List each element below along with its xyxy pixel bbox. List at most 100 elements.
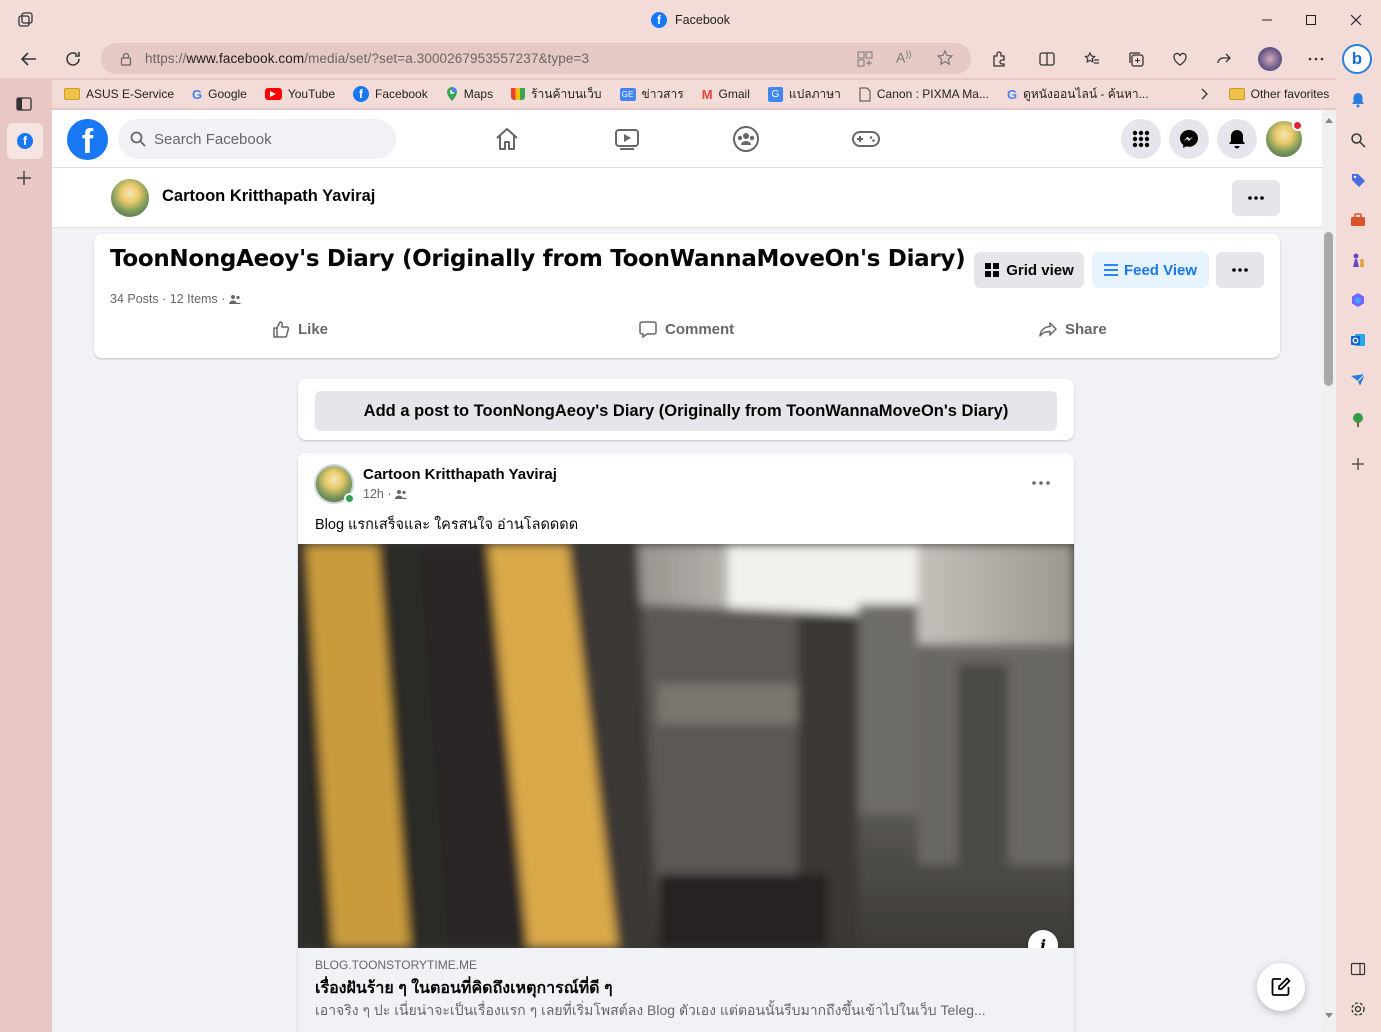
split-screen-icon[interactable] — [1030, 42, 1064, 76]
album-meta: 34 Posts · 12 Items · — [110, 292, 242, 306]
read-aloud-icon[interactable]: A)) — [896, 49, 911, 66]
album-header-card: ToonNongAeoy's Diary (Originally from To… — [94, 234, 1280, 358]
bookmark-asus[interactable]: ASUS E-Service — [64, 87, 174, 101]
favorites-bar: ASUS E-Service G Google YouTube f Facebook… — [52, 80, 1336, 108]
extensions-icon[interactable] — [982, 42, 1016, 76]
share-icon[interactable] — [1207, 42, 1241, 76]
more-menu-icon[interactable] — [1299, 42, 1333, 76]
profile-avatar[interactable] — [109, 177, 151, 219]
tab-facebook[interactable]: f — [7, 123, 43, 159]
bookmark-youtube[interactable]: YouTube — [264, 87, 335, 101]
shared-with-friends-icon — [229, 294, 242, 304]
share-arrow-icon — [1039, 320, 1057, 338]
notifications-bell-icon[interactable] — [1346, 88, 1370, 112]
refresh-icon[interactable] — [56, 42, 90, 76]
webstore-icon — [511, 88, 526, 100]
more-bookmarks-chevron-icon[interactable] — [1201, 88, 1209, 100]
browser-title-bar: f Facebook — [0, 0, 1381, 40]
bookmark-translate[interactable]: G แปลภาษา — [767, 85, 841, 104]
new-message-compose-button[interactable] — [1257, 963, 1305, 1011]
minimize-button[interactable] — [1245, 8, 1289, 32]
outlook-icon[interactable] — [1346, 328, 1370, 352]
post-link-image[interactable] — [298, 544, 1074, 948]
bookmark-maps[interactable]: Maps — [446, 86, 493, 102]
app-available-icon[interactable] — [856, 50, 874, 68]
grid-icon — [984, 262, 1000, 278]
microsoft-365-icon[interactable] — [1346, 288, 1370, 312]
sidebar-settings-gear-icon[interactable] — [1346, 997, 1370, 1021]
search-input[interactable]: Search Facebook — [118, 119, 396, 159]
share-button[interactable]: Share — [1039, 320, 1107, 338]
new-tab-plus-icon[interactable] — [16, 170, 32, 186]
post-text: Blog แรกเสร็จและ ใครสนใจ อ่านโลดดดด — [315, 517, 579, 533]
notifications-icon[interactable] — [1217, 119, 1257, 159]
post-more-options-icon[interactable] — [1023, 473, 1059, 493]
bing-copilot-icon[interactable]: b — [1342, 44, 1372, 74]
facebook-icon: f — [17, 133, 33, 149]
grid-view-button[interactable]: Grid view — [974, 252, 1084, 288]
scroll-down-arrow-icon[interactable] — [1324, 1012, 1334, 1020]
bookmark-facebook[interactable]: f Facebook — [353, 86, 428, 102]
gaming-controller-icon[interactable] — [846, 122, 886, 156]
maps-pin-icon — [446, 86, 458, 102]
bookmark-other-favorites[interactable]: Other favorites — [1228, 87, 1329, 101]
back-icon[interactable] — [12, 42, 46, 76]
scrollbar-thumb[interactable] — [1324, 232, 1333, 386]
address-bar[interactable]: https://www.facebook.com/media/set/?set=… — [101, 43, 971, 74]
link-preview[interactable]: BLOG.TOONSTORYTIME.ME เรื่องฝันร้าย ๆ ใน… — [298, 948, 1074, 1032]
scroll-up-arrow-icon[interactable] — [1324, 116, 1334, 124]
profile-more-button[interactable] — [1232, 180, 1280, 216]
tab-actions-icon[interactable] — [16, 96, 32, 112]
bookmark-gmail[interactable]: M Gmail — [702, 87, 750, 102]
tree-icon[interactable] — [1346, 408, 1370, 432]
google-icon: G — [1006, 86, 1018, 102]
bookmark-news[interactable]: GE ข่าวสาร — [619, 85, 684, 104]
news-icon: GE — [619, 87, 636, 101]
browser-profile-avatar[interactable] — [1258, 47, 1282, 71]
lock-icon — [119, 52, 133, 66]
hide-sidebar-icon[interactable] — [1346, 957, 1370, 981]
messenger-icon[interactable] — [1169, 119, 1209, 159]
send-to-phone-icon[interactable] — [1346, 368, 1370, 392]
search-placeholder: Search Facebook — [154, 130, 272, 148]
comment-button[interactable]: Comment — [639, 320, 734, 338]
bookmark-canon[interactable]: Canon : PIXMA Ma... — [859, 87, 989, 102]
sidebar-search-icon[interactable] — [1346, 128, 1370, 152]
favorites-icon[interactable] — [1075, 42, 1109, 76]
like-button[interactable]: Like — [272, 320, 328, 338]
thumbs-up-icon — [272, 320, 290, 338]
groups-icon[interactable] — [726, 122, 766, 156]
browser-essentials-icon[interactable] — [1163, 42, 1197, 76]
sidebar-add-plus-icon[interactable] — [1346, 452, 1370, 476]
bookmark-webstore[interactable]: ร้านค้าบนเว็บ — [511, 85, 602, 104]
profile-name[interactable]: Cartoon Kritthapath Yaviraj — [162, 187, 375, 206]
album-more-button[interactable] — [1216, 252, 1264, 288]
translate-icon: G — [767, 86, 783, 102]
comment-bubble-icon — [639, 320, 657, 338]
profile-strip: Cartoon Kritthapath Yaviraj — [52, 168, 1322, 228]
notification-dot — [1292, 120, 1303, 131]
home-icon[interactable] — [487, 122, 527, 156]
maximize-button[interactable] — [1289, 8, 1333, 32]
collections-icon[interactable] — [1119, 42, 1153, 76]
video-watch-icon[interactable] — [607, 122, 647, 156]
feed-view-button[interactable]: Feed View — [1092, 252, 1209, 288]
post-timestamp[interactable]: 12h · — [363, 487, 407, 501]
link-domain: BLOG.TOONSTORYTIME.ME — [315, 958, 478, 972]
add-post-button[interactable]: Add a post to ToonNongAeoy's Diary (Orig… — [315, 391, 1057, 431]
add-favorite-star-icon[interactable] — [936, 49, 954, 67]
tools-briefcase-icon[interactable] — [1346, 208, 1370, 232]
facebook-page: f Search Facebook Cartoon Kritthapath Ya… — [52, 110, 1322, 1032]
post-author-name[interactable]: Cartoon Kritthapath Yaviraj — [363, 466, 557, 483]
tab-title: Facebook — [675, 13, 730, 27]
shopping-tag-icon[interactable] — [1346, 168, 1370, 192]
facebook-icon: f — [353, 86, 370, 102]
page-icon — [859, 87, 871, 102]
facebook-logo-icon[interactable]: f — [67, 119, 108, 161]
link-description: เอาจริง ๆ ปะ เนี่ยน่าจะเป็นเรื่องแรก ๆ เ… — [315, 1002, 986, 1018]
bookmark-movie-search[interactable]: G ดูหนังออนไลน์ - ค้นหา... — [1007, 85, 1149, 104]
bookmark-google[interactable]: G Google — [192, 87, 247, 102]
close-button[interactable] — [1334, 8, 1378, 32]
menu-grid-icon[interactable] — [1121, 119, 1161, 159]
games-chess-icon[interactable] — [1346, 248, 1370, 272]
